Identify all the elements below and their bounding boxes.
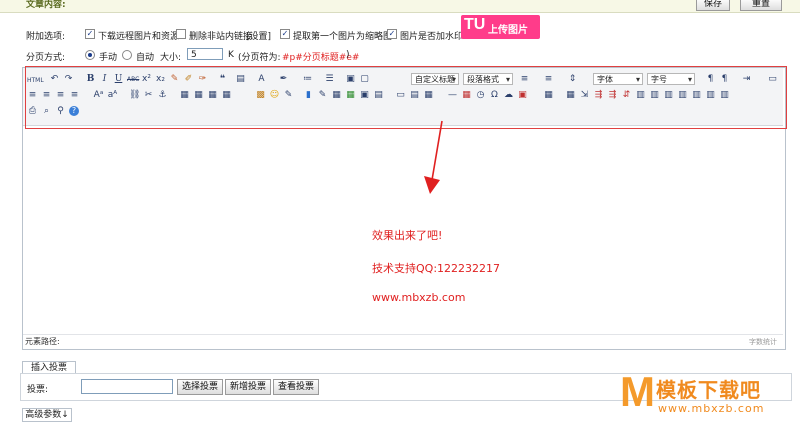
thumbnail-label: 提取第一个图片为缩略图 bbox=[293, 32, 393, 42]
paging-auto-radio[interactable] bbox=[122, 50, 132, 60]
paging-separator-label: (分页符为: bbox=[238, 53, 281, 63]
upload-image-button[interactable]: TU 上传图片 bbox=[461, 15, 540, 39]
remove-links-checkbox[interactable] bbox=[176, 29, 186, 39]
paging-label: 分页方式: bbox=[26, 53, 66, 63]
add-vote-button[interactable]: 新增投票 bbox=[225, 379, 271, 395]
editor-line-1: 效果出来了吧! bbox=[372, 229, 443, 242]
watermark-logo: M bbox=[620, 368, 655, 415]
paging-size-unit: K bbox=[228, 50, 234, 60]
download-remote-label: 下载远程图片和资源 bbox=[98, 32, 180, 42]
watermark-text: 模板下载吧 bbox=[656, 378, 761, 402]
editor-line-2: 技术支持QQ:122232217 bbox=[372, 262, 501, 275]
paging-auto-label: 自动 bbox=[136, 53, 155, 63]
vote-input[interactable] bbox=[81, 379, 173, 394]
paging-separator-close: ) bbox=[346, 50, 350, 60]
reset-button[interactable]: 重置 bbox=[740, 0, 782, 11]
upload-tu-logo: TU bbox=[464, 16, 486, 33]
paging-size-label: 大小: bbox=[160, 53, 182, 63]
thumbnail-checkbox[interactable]: ✓ bbox=[280, 29, 290, 39]
vote-label: 投票: bbox=[27, 385, 49, 395]
editor-statusbar: 元素路径: 字数统计 bbox=[23, 334, 783, 348]
watermark-url: www.mbxzb.com bbox=[658, 402, 765, 415]
options-label: 附加选项: bbox=[26, 32, 66, 42]
watermark-label: 图片是否加水印 bbox=[400, 32, 464, 42]
paging-size-input[interactable]: 5 bbox=[187, 48, 223, 60]
toolbar-highlight bbox=[25, 66, 787, 129]
settings-link[interactable]: [设置] bbox=[246, 29, 271, 42]
select-vote-button[interactable]: 选择投票 bbox=[177, 379, 223, 395]
section-header: 文章内容: 保存 重置 bbox=[0, 0, 800, 13]
site-watermark: M 模板下载吧 www.mbxzb.com bbox=[620, 368, 800, 421]
paging-manual-label: 手动 bbox=[99, 53, 118, 63]
section-title: 文章内容: bbox=[26, 0, 66, 10]
word-count: 字数统计 bbox=[749, 338, 777, 346]
editor-line-3: www.mbxzb.com bbox=[372, 291, 466, 304]
view-vote-button[interactable]: 查看投票 bbox=[273, 379, 319, 395]
download-remote-checkbox[interactable]: ✓ bbox=[85, 29, 95, 39]
advanced-params-button[interactable]: 高级参数↓ bbox=[22, 408, 72, 422]
watermark-checkbox[interactable]: ✓ bbox=[387, 29, 397, 39]
remove-links-label: 删除非站内链接 bbox=[189, 32, 253, 42]
upload-image-label: 上传图片 bbox=[488, 25, 528, 36]
element-path-label: 元素路径: bbox=[25, 337, 60, 346]
paging-manual-radio[interactable] bbox=[85, 50, 95, 60]
pointer-arrow-icon bbox=[424, 120, 443, 194]
save-button[interactable]: 保存 bbox=[696, 0, 730, 11]
